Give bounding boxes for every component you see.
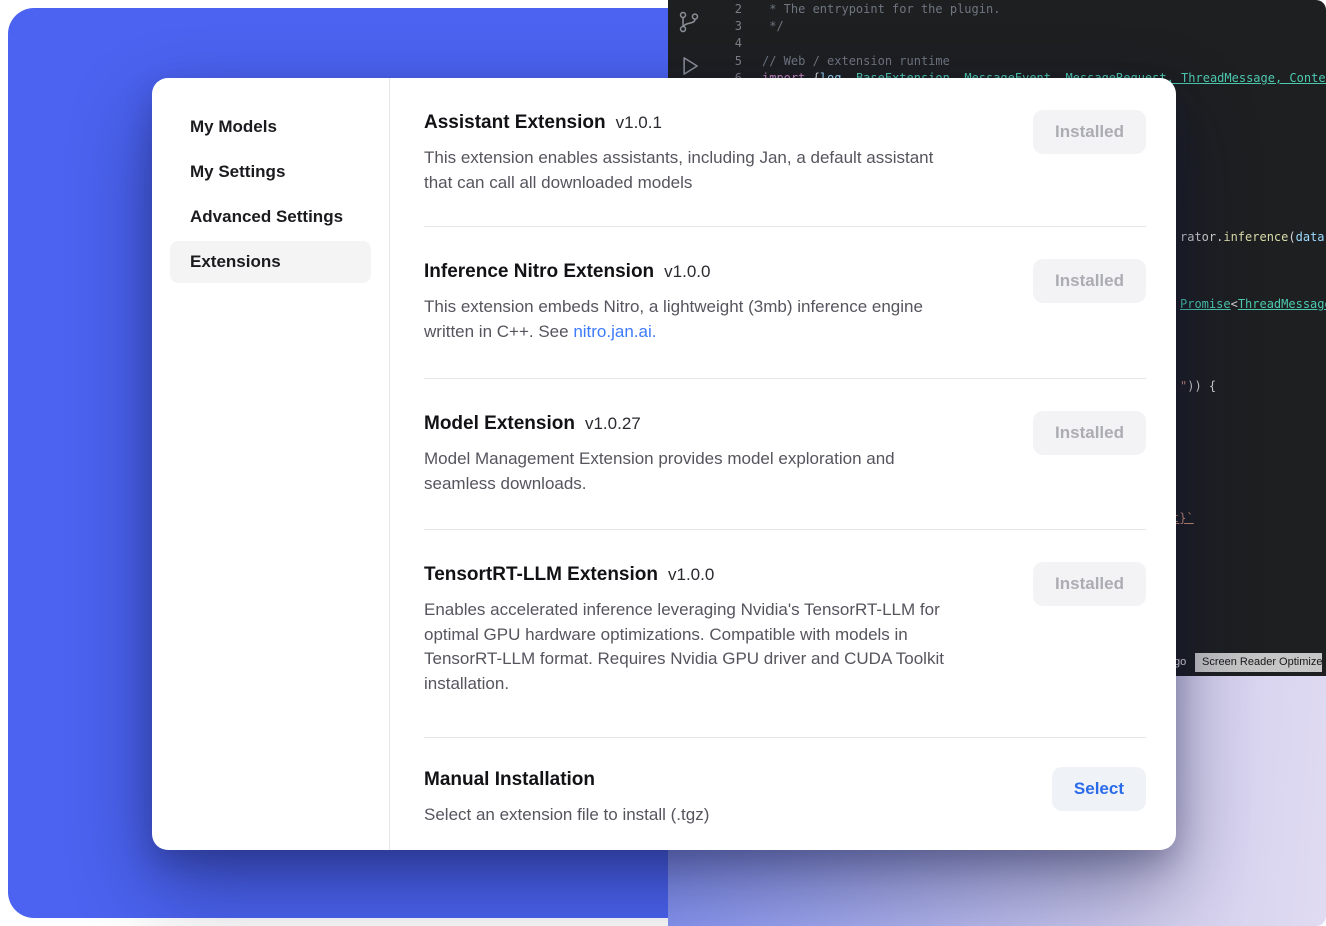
code-line: */ [762, 18, 1326, 35]
extension-description: Enables accelerated inference leveraging… [424, 598, 944, 696]
extension-description: Model Management Extension provides mode… [424, 447, 895, 496]
extension-row-tensorrt: TensortRT-LLM Extension v1.0.0 Enables a… [424, 530, 1146, 738]
code-fragment: Promise<ThreadMessage> [1180, 297, 1326, 311]
extension-title: TensortRT-LLM Extension [424, 562, 658, 588]
extension-row-nitro: Inference Nitro Extension v1.0.0 This ex… [424, 227, 1146, 379]
extension-title: Assistant Extension [424, 110, 606, 136]
installed-button[interactable]: Installed [1033, 259, 1146, 303]
installed-button[interactable]: Installed [1033, 562, 1146, 606]
code-line: * The entrypoint for the plugin. [762, 1, 1326, 18]
installed-button[interactable]: Installed [1033, 411, 1146, 455]
sidebar-item-extensions[interactable]: Extensions [170, 241, 371, 283]
code-fragment: ")) { [1180, 379, 1216, 393]
extension-description: This extension enables assistants, inclu… [424, 146, 933, 195]
extension-title: Inference Nitro Extension [424, 259, 654, 285]
installed-button[interactable]: Installed [1033, 110, 1146, 154]
editor-code: * The entrypoint for the plugin. */ // W… [762, 1, 1326, 87]
extensions-list: Assistant Extension v1.0.1 This extensio… [390, 78, 1176, 850]
extension-version: v1.0.1 [616, 113, 662, 133]
extension-version: v1.0.0 [664, 262, 710, 282]
page: 2 3 4 5 6 * The entrypoint for the plugi… [0, 0, 1326, 926]
sidebar-item-advanced-settings[interactable]: Advanced Settings [170, 196, 371, 238]
select-file-button[interactable]: Select [1052, 767, 1146, 811]
extension-description: Select an extension file to install (.tg… [424, 803, 709, 828]
extension-row-assistant: Assistant Extension v1.0.1 This extensio… [424, 78, 1146, 227]
extension-row-model: Model Extension v1.0.27 Model Management… [424, 379, 1146, 530]
sidebar-item-my-models[interactable]: My Models [170, 106, 371, 148]
extension-version: v1.0.0 [668, 565, 714, 585]
code-line [762, 35, 1326, 52]
extension-description: This extension embeds Nitro, a lightweig… [424, 295, 923, 344]
settings-sidebar: My Models My Settings Advanced Settings … [152, 78, 390, 850]
extension-title: Model Extension [424, 411, 575, 437]
screen-reader-status-badge: Screen Reader Optimized [1195, 653, 1322, 672]
editor-line-numbers: 2 3 4 5 6 [668, 1, 742, 87]
settings-modal: My Models My Settings Advanced Settings … [152, 78, 1176, 850]
extension-row-manual-installation: Manual Installation Select an extension … [424, 738, 1146, 828]
code-line: // Web / extension runtime [762, 53, 1326, 70]
extension-title: Manual Installation [424, 767, 595, 793]
sidebar-item-my-settings[interactable]: My Settings [170, 151, 371, 193]
code-fragment: rator.inference(data)); [1180, 230, 1326, 244]
extension-version: v1.0.27 [585, 414, 641, 434]
nitro-jan-ai-link[interactable]: nitro.jan.ai. [573, 322, 656, 341]
